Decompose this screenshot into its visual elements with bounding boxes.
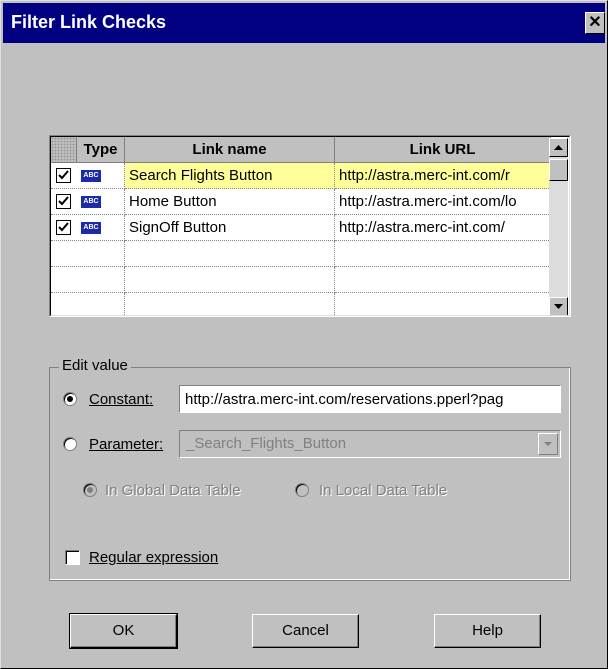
link-grid-body: Type Link name Link URL ABC Search Flight… xyxy=(50,136,570,316)
parameter-combo[interactable]: _Search_Flights_Button xyxy=(179,430,561,458)
regular-expression-label[interactable]: Regular expression xyxy=(89,549,218,566)
grid-corner[interactable] xyxy=(51,137,77,163)
link-name-cell[interactable]: Home Button xyxy=(125,189,335,215)
row-type-cell[interactable]: ABC xyxy=(51,215,125,241)
table-row[interactable]: ABC Search Flights Button http://astra.mer… xyxy=(51,163,551,189)
constant-field[interactable] xyxy=(179,385,561,413)
link-url-cell[interactable] xyxy=(335,241,551,267)
link-url-cell[interactable] xyxy=(335,293,551,315)
row-checkbox[interactable] xyxy=(56,194,71,209)
constant-label[interactable]: Constant: xyxy=(89,391,153,408)
filter-link-checks-dialog: Filter Link Checks ✕ Type Link name Link… xyxy=(0,0,608,669)
row-checkbox[interactable] xyxy=(56,168,71,183)
regular-expression-checkbox[interactable] xyxy=(65,550,80,565)
string-type-icon: ABC xyxy=(81,196,101,208)
checkmark-icon xyxy=(58,170,69,180)
empty-table-row[interactable] xyxy=(51,241,551,267)
row-type-cell[interactable]: ABC xyxy=(51,163,125,189)
help-button[interactable]: Help xyxy=(434,614,541,648)
link-name-cell[interactable]: Search Flights Button xyxy=(125,163,335,189)
close-button[interactable]: ✕ xyxy=(585,12,605,34)
arrow-up-icon xyxy=(554,145,563,150)
chevron-down-icon xyxy=(544,442,552,446)
parameter-radio[interactable] xyxy=(63,437,77,451)
column-header-link-url[interactable]: Link URL xyxy=(335,137,551,163)
string-type-icon: ABC xyxy=(81,170,101,182)
link-url-cell[interactable] xyxy=(335,267,551,293)
parameter-value: _Search_Flights_Button xyxy=(186,435,347,452)
link-grid: Type Link name Link URL ABC Search Flight… xyxy=(49,135,571,317)
column-header-type[interactable]: Type xyxy=(77,137,125,163)
row-type-cell[interactable] xyxy=(51,293,125,315)
link-name-cell[interactable] xyxy=(125,267,335,293)
link-url-cell[interactable]: http://astra.merc-int.com/r xyxy=(335,163,551,189)
local-data-table-radio[interactable] xyxy=(295,483,309,497)
link-url-cell[interactable]: http://astra.merc-int.com/lo xyxy=(335,189,551,215)
scroll-down-button[interactable] xyxy=(549,297,568,315)
table-row[interactable]: ABC Home Button http://astra.merc-int.com/… xyxy=(51,189,551,215)
window-title: Filter Link Checks xyxy=(11,12,167,32)
parameter-label[interactable]: Parameter: xyxy=(89,436,163,453)
row-type-cell[interactable] xyxy=(51,267,125,293)
link-name-cell[interactable] xyxy=(125,293,335,315)
cancel-button[interactable]: Cancel xyxy=(252,614,359,648)
row-type-cell[interactable]: ABC xyxy=(51,189,125,215)
title-bar[interactable]: Filter Link Checks ✕ xyxy=(3,3,605,43)
arrow-down-icon xyxy=(554,304,563,309)
edit-value-group-label: Edit value xyxy=(59,357,131,374)
table-row[interactable]: ABC SignOff Button http://astra.merc-int.c… xyxy=(51,215,551,241)
parameter-dropdown-button[interactable] xyxy=(538,433,558,455)
ok-button[interactable]: OK xyxy=(69,613,178,649)
constant-radio[interactable] xyxy=(63,392,77,406)
row-checkbox[interactable] xyxy=(56,220,71,235)
column-header-link-name[interactable]: Link name xyxy=(125,137,335,163)
grid-header: Type Link name Link URL xyxy=(51,137,551,163)
checkmark-icon xyxy=(58,222,69,232)
scroll-thumb[interactable] xyxy=(549,159,568,181)
global-data-table-label[interactable]: In Global Data Table xyxy=(105,482,241,499)
scroll-up-button[interactable] xyxy=(549,138,568,157)
link-name-cell[interactable] xyxy=(125,241,335,267)
row-type-cell[interactable] xyxy=(51,241,125,267)
string-type-icon: ABC xyxy=(81,222,101,234)
close-icon: ✕ xyxy=(588,14,602,31)
empty-table-row[interactable] xyxy=(51,267,551,293)
local-data-table-label[interactable]: In Local Data Table xyxy=(319,482,447,499)
constant-input[interactable] xyxy=(182,388,556,410)
checkmark-icon xyxy=(58,196,69,206)
empty-table-row[interactable] xyxy=(51,293,551,315)
link-name-cell[interactable]: SignOff Button xyxy=(125,215,335,241)
vertical-scrollbar[interactable] xyxy=(549,138,568,315)
global-data-table-radio[interactable] xyxy=(83,483,97,497)
link-url-cell[interactable]: http://astra.merc-int.com/ xyxy=(335,215,551,241)
